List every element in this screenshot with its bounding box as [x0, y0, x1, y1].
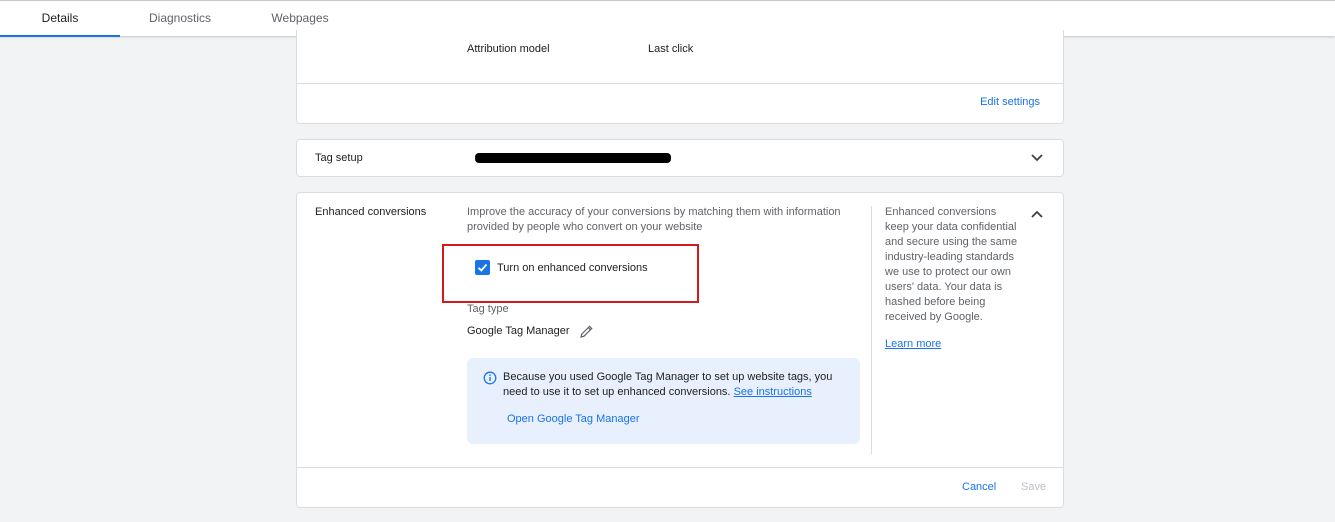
cancel-button[interactable]: Cancel	[962, 480, 996, 495]
side-line-8: received by Google.	[885, 311, 983, 323]
chevron-down-icon[interactable]	[1030, 153, 1044, 163]
see-instructions-link[interactable]: See instructions	[734, 386, 812, 398]
enhanced-description-line2: provided by people who convert on your w…	[467, 221, 703, 233]
checkmark-icon	[477, 263, 488, 272]
info-text-line2-body: need to use it to set up enhanced conver…	[503, 386, 731, 398]
divider	[297, 467, 1063, 468]
tag-setup-card[interactable]: Tag setup	[296, 139, 1064, 177]
tab-details[interactable]: Details	[0, 1, 120, 37]
attribution-card: Attribution model Last click Edit settin…	[296, 30, 1064, 124]
info-text-line2: need to use it to set up enhanced conver…	[503, 385, 812, 400]
divider	[297, 83, 1063, 84]
side-line-1: Enhanced conversions	[885, 206, 997, 218]
enhanced-conversions-label: Enhanced conversions	[315, 206, 427, 218]
side-line-2: keep your data confidential	[885, 221, 1017, 233]
checkbox-label[interactable]: Turn on enhanced conversions	[497, 261, 648, 276]
chevron-up-icon[interactable]	[1030, 209, 1044, 219]
side-line-5: we use to protect our own	[885, 266, 1011, 278]
enhanced-conversions-card: Enhanced conversions Improve the accurac…	[296, 192, 1064, 508]
edit-settings-link[interactable]: Edit settings	[980, 95, 1040, 110]
tag-type-label: Tag type	[467, 303, 509, 315]
gtm-info-box: Because you used Google Tag Manager to s…	[467, 358, 860, 444]
tag-type-value: Google Tag Manager	[467, 325, 570, 337]
side-line-3: and secure using the same	[885, 236, 1018, 248]
side-line-6: users' data. Your data is	[885, 281, 1003, 293]
side-line-7: hashed before being	[885, 296, 986, 308]
redacted-tag-value	[475, 153, 671, 163]
open-gtm-link[interactable]: Open Google Tag Manager	[507, 412, 640, 427]
attribution-model-value: Last click	[648, 43, 694, 55]
info-text-line1: Because you used Google Tag Manager to s…	[503, 371, 833, 383]
save-button[interactable]: Save	[1021, 480, 1046, 495]
vertical-divider	[871, 206, 872, 454]
pencil-icon[interactable]	[579, 324, 594, 339]
info-icon	[483, 371, 497, 385]
enhanced-description-line1: Improve the accuracy of your conversions…	[467, 206, 841, 218]
side-line-4: industry-leading standards	[885, 251, 1015, 263]
attribution-model-label: Attribution model	[467, 43, 550, 55]
tab-diagnostics[interactable]: Diagnostics	[120, 1, 240, 37]
tag-setup-label: Tag setup	[315, 152, 363, 164]
enhanced-conversions-checkbox[interactable]	[475, 260, 490, 275]
learn-more-link[interactable]: Learn more	[885, 337, 941, 352]
